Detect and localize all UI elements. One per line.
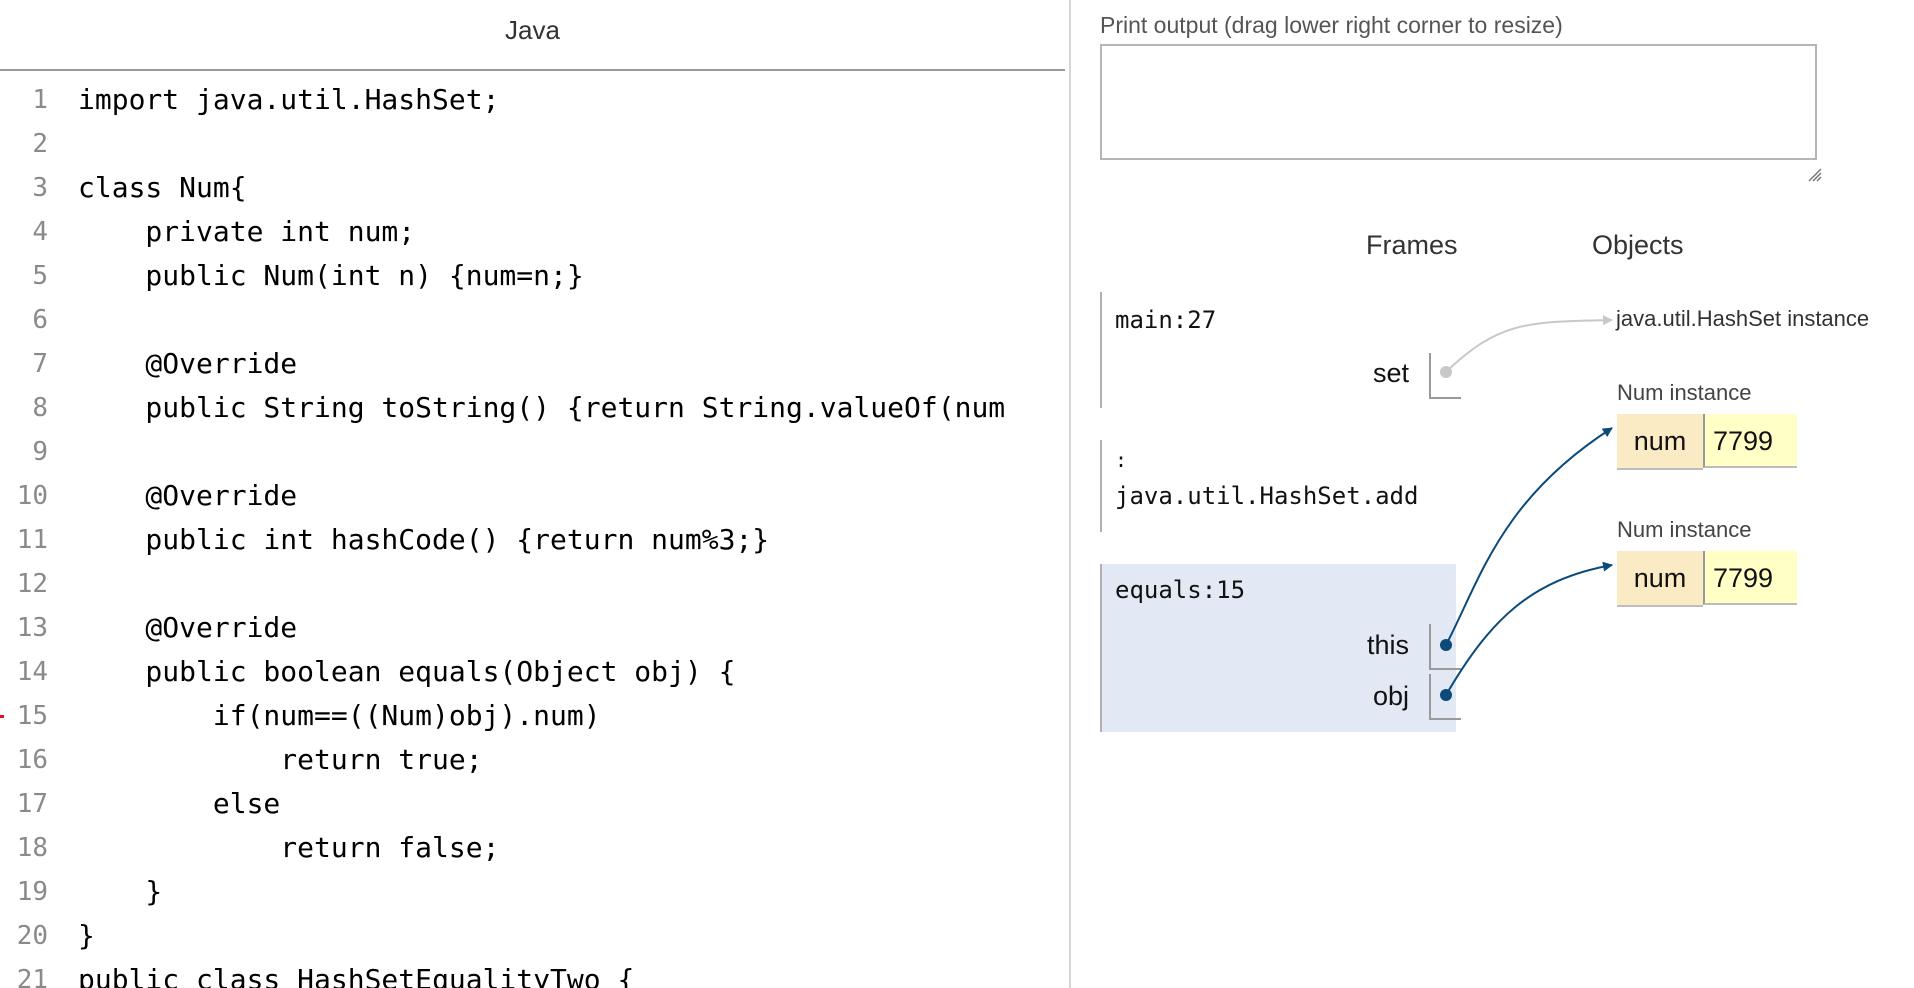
line-number: 16 [16,745,48,775]
field-name: num [1617,551,1703,607]
code-line: 13 @Override [0,606,1065,650]
print-output-box[interactable] [1100,44,1817,160]
code-line: 10 @Override [0,474,1065,518]
code-text: else [78,787,281,820]
line-number: 20 [16,921,48,951]
code-text: @Override [78,479,298,512]
pointer-this-to-num [1445,427,1613,646]
code-line: 12 [0,562,1065,606]
frame-hashset-add: : java.util.HashSet.add [1100,440,1462,532]
code-text: class Num{ [78,171,247,204]
code-line: 15 if(num==((Num)obj).num) [0,694,1065,738]
code-text: @Override [78,347,298,380]
code-line: 1 import java.util.HashSet; [0,78,1065,122]
code-text: return true; [78,743,483,776]
code-text: if(num==((Num)obj).num) [78,699,601,732]
field-name: num [1617,414,1703,470]
pointer-set-to-hashset [1445,315,1613,373]
line-number: 4 [32,217,48,247]
line-number: 2 [32,129,48,159]
pointer-obj-to-num [1445,561,1613,696]
code-line: 16 return true; [0,738,1065,782]
code-line: 18 return false; [0,826,1065,870]
line-number: 1 [32,85,48,115]
var-name-obj: obj [1372,681,1409,711]
var-slot-this [1429,624,1461,670]
line-number: 18 [16,833,48,863]
line-number: 5 [32,261,48,291]
frames-header: Frames [1366,230,1458,260]
line-number: 14 [16,657,48,687]
code-line: 5 public Num(int n) {num=n;} [0,254,1065,298]
code-line: 14 public boolean equals(Object obj) { [0,650,1065,694]
code-text: public Num(int n) {num=n;} [78,259,584,292]
pane-divider[interactable] [1069,0,1071,988]
frame-main: main:27 [1100,292,1462,408]
line-number: 15 [16,701,48,731]
code-line: 19 } [0,870,1065,914]
code-text: @Override [78,611,298,644]
code-text: } [78,919,95,952]
code-line: 8 public String toString() {return Strin… [0,386,1065,430]
field-value: 7799 [1703,551,1797,605]
language-title: Java [505,15,560,45]
var-slot-obj [1429,674,1461,720]
code-line: 11 public int hashCode() {return num%3;} [0,518,1065,562]
code-line: 2 [0,122,1065,166]
line-number: 17 [16,789,48,819]
var-name-this: this [1366,630,1409,660]
code-line: 7 @Override [0,342,1065,386]
line-number: 12 [16,569,48,599]
frame-name: java.util.HashSet.add [1115,482,1419,510]
resize-handle-icon[interactable] [1806,166,1822,182]
code-text: public String toString() {return String.… [78,391,1006,424]
code-line: 6 [0,298,1065,342]
code-listing: 1 import java.util.HashSet; 2 3 class Num{ 4 … [0,78,1065,988]
hashset-instance-label: java.util.HashSet instance [1616,306,1870,331]
line-number: 7 [32,349,48,379]
code-line: 9 [0,430,1065,474]
field-value: 7799 [1703,414,1797,468]
var-slot-set [1429,353,1461,399]
code-line: 4 private int num; [0,210,1065,254]
frame-name: equals:15 [1115,576,1246,604]
code-text: public class HashSetEqualityTwo { [78,963,635,988]
line-number: 6 [32,305,48,335]
code-text: return false; [78,831,500,864]
frame-prefix: : [1115,448,1128,472]
num-instance-2: num 7799 [1617,551,1797,607]
objects-header: Objects [1592,230,1684,260]
line-number: 19 [16,877,48,907]
num-instance-1-label: Num instance [1617,380,1752,405]
print-output-label: Print output (drag lower right corner to… [1100,12,1563,38]
code-text: public int hashCode() {return num%3;} [78,523,770,556]
code-pane: Java 1 import java.util.HashSet; 2 3 class N… [0,0,1065,988]
num-instance-1: num 7799 [1617,414,1797,470]
code-text: private int num; [78,215,416,248]
title-divider [0,69,1065,71]
code-line: 21 public class HashSetEqualityTwo { [0,958,1065,988]
line-number: 13 [16,613,48,643]
line-number: 21 [16,965,48,988]
code-line: 20} [0,914,1065,958]
code-text: import java.util.HashSet; [78,83,500,116]
var-name-set: set [1372,358,1409,388]
line-number: 8 [32,393,48,423]
frame-name: main:27 [1115,306,1217,334]
line-number: 3 [32,173,48,203]
line-number: 11 [16,525,48,555]
line-number: 10 [16,481,48,511]
code-text: } [78,875,163,908]
line-number: 9 [32,437,48,467]
code-line: 3 class Num{ [0,166,1065,210]
code-line: 17 else [0,782,1065,826]
num-instance-2-label: Num instance [1617,517,1752,542]
code-text: public boolean equals(Object obj) { [78,655,736,688]
